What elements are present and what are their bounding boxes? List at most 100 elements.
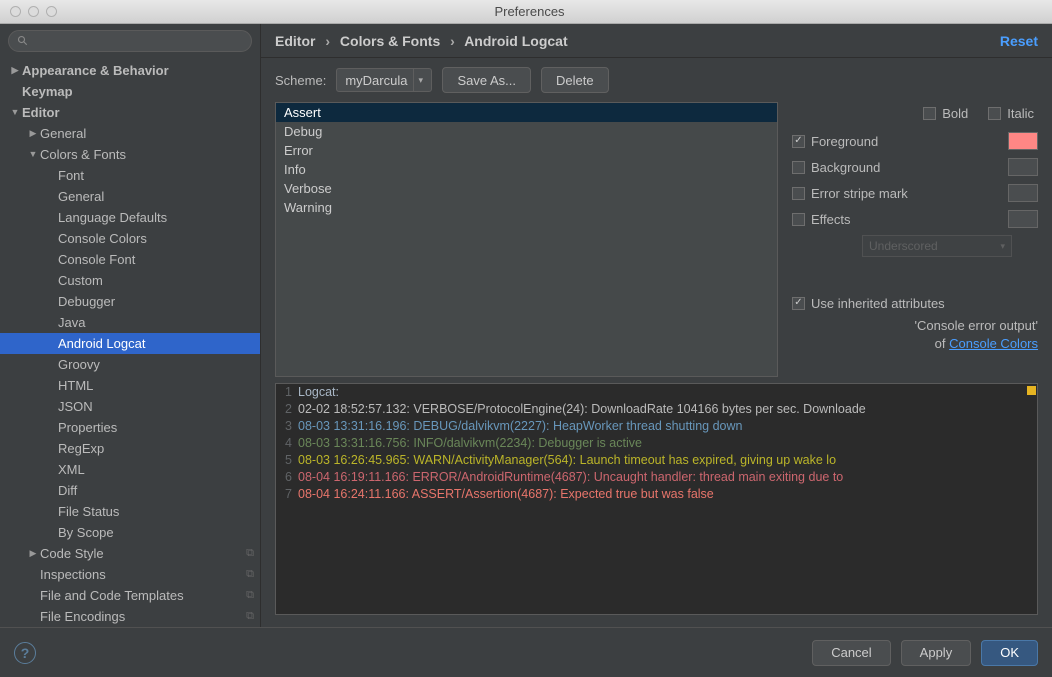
error-stripe-checkbox[interactable]: Error stripe mark	[792, 186, 908, 201]
preview-text: 08-03 16:26:45.965: WARN/ActivityManager…	[298, 452, 836, 469]
tree-item[interactable]: Font	[0, 165, 260, 186]
tree-item[interactable]: By Scope	[0, 522, 260, 543]
line-number: 4	[276, 435, 298, 452]
attributes-list[interactable]: AssertDebugErrorInfoVerboseWarning	[275, 102, 778, 377]
help-button[interactable]: ?	[14, 642, 36, 664]
tree-item-label: File Encodings	[40, 606, 125, 627]
tree-item[interactable]: Diff	[0, 480, 260, 501]
line-number: 1	[276, 384, 298, 401]
tree-item[interactable]: Groovy	[0, 354, 260, 375]
tree-item[interactable]: File Encodings⧉	[0, 606, 260, 627]
inherit-checkbox[interactable]: ✓Use inherited attributes	[792, 296, 945, 311]
settings-tree[interactable]: ▶Appearance & BehaviorKeymap▼Editor▶Gene…	[0, 58, 260, 627]
background-checkbox[interactable]: Background	[792, 160, 880, 175]
list-item[interactable]: Verbose	[276, 179, 777, 198]
chevron-right-icon[interactable]: ▶	[26, 543, 40, 564]
preview-text: 08-04 16:19:11.166: ERROR/AndroidRuntime…	[298, 469, 843, 486]
window-title: Preferences	[57, 4, 1052, 19]
tree-item[interactable]: File and Code Templates⧉	[0, 585, 260, 606]
tree-item[interactable]: RegExp	[0, 438, 260, 459]
tree-item[interactable]: ▶Code Style ⧉	[0, 543, 260, 564]
chevron-down-icon: ▾	[413, 69, 427, 91]
breadcrumb-segment[interactable]: Editor	[275, 33, 315, 49]
breadcrumb-segment[interactable]: Colors & Fonts	[340, 33, 440, 49]
tree-item[interactable]: Java	[0, 312, 260, 333]
tree-item-label: Colors & Fonts	[40, 144, 126, 165]
dialog-footer: ? Cancel Apply OK	[0, 627, 1052, 677]
tree-item[interactable]: Language Defaults	[0, 207, 260, 228]
list-item[interactable]: Error	[276, 141, 777, 160]
chevron-right-icon[interactable]: ▶	[8, 60, 22, 81]
preview-text: 08-04 16:24:11.166: ASSERT/Assertion(468…	[298, 486, 714, 503]
tree-item-label: Code Style	[40, 543, 104, 564]
list-item[interactable]: Debug	[276, 122, 777, 141]
line-number: 3	[276, 418, 298, 435]
tree-item[interactable]: Properties	[0, 417, 260, 438]
foreground-color-swatch[interactable]	[1008, 132, 1038, 150]
save-as-button[interactable]: Save As...	[442, 67, 531, 93]
delete-button[interactable]: Delete	[541, 67, 609, 93]
tree-item[interactable]: Android Logcat	[0, 333, 260, 354]
cancel-button[interactable]: Cancel	[812, 640, 890, 666]
list-item[interactable]: Warning	[276, 198, 777, 217]
effects-checkbox[interactable]: Effects	[792, 212, 851, 227]
apply-button[interactable]: Apply	[901, 640, 972, 666]
project-level-icon: ⧉	[246, 564, 254, 585]
search-input[interactable]	[8, 30, 252, 52]
tree-item-label: Diff	[58, 480, 77, 501]
chevron-right-icon[interactable]: ▶	[26, 123, 40, 144]
ok-button[interactable]: OK	[981, 640, 1038, 666]
tree-item[interactable]: File Status	[0, 501, 260, 522]
scheme-select[interactable]: myDarcula ▾	[336, 68, 432, 92]
tree-item-label: Console Font	[58, 249, 135, 270]
tree-item-label: Groovy	[58, 354, 100, 375]
tree-item-label: Console Colors	[58, 228, 147, 249]
window-minimize-icon[interactable]	[28, 6, 39, 17]
console-colors-link[interactable]: Console Colors	[949, 336, 1038, 351]
tree-item[interactable]: Custom	[0, 270, 260, 291]
chevron-down-icon[interactable]: ▼	[8, 102, 22, 123]
preview-line: 1Logcat:	[276, 384, 1037, 401]
tree-item[interactable]: Keymap	[0, 81, 260, 102]
tree-item[interactable]: ▼Colors & Fonts	[0, 144, 260, 165]
chevron-down-icon[interactable]: ▼	[26, 144, 40, 165]
tree-item-label: RegExp	[58, 438, 104, 459]
tree-item-label: Editor	[22, 102, 60, 123]
effects-color-swatch[interactable]	[1008, 210, 1038, 228]
tree-item[interactable]: ▼Editor	[0, 102, 260, 123]
tree-item[interactable]: XML	[0, 459, 260, 480]
tree-item[interactable]: Console Font	[0, 249, 260, 270]
tree-item[interactable]: ▶Appearance & Behavior	[0, 60, 260, 81]
tree-item[interactable]: General	[0, 186, 260, 207]
foreground-checkbox[interactable]: ✓Foreground	[792, 134, 878, 149]
tree-item-label: File Status	[58, 501, 119, 522]
tree-item[interactable]: Console Colors	[0, 228, 260, 249]
window-zoom-icon[interactable]	[46, 6, 57, 17]
background-color-swatch[interactable]	[1008, 158, 1038, 176]
tree-item-label: Appearance & Behavior	[22, 60, 169, 81]
list-item[interactable]: Assert	[276, 103, 777, 122]
tree-item-label: Debugger	[58, 291, 115, 312]
line-number: 5	[276, 452, 298, 469]
tree-item[interactable]: Inspections⧉	[0, 564, 260, 585]
tree-item-label: Android Logcat	[58, 333, 145, 354]
project-level-icon: ⧉	[246, 585, 254, 606]
chevron-right-icon: ›	[444, 33, 461, 49]
tree-item[interactable]: JSON	[0, 396, 260, 417]
tree-item[interactable]: Debugger	[0, 291, 260, 312]
preview-line: 202-02 18:52:57.132: VERBOSE/ProtocolEng…	[276, 401, 1037, 418]
reset-link[interactable]: Reset	[1000, 33, 1038, 49]
italic-checkbox[interactable]: Italic	[988, 106, 1034, 121]
tree-item[interactable]: HTML	[0, 375, 260, 396]
list-item[interactable]: Info	[276, 160, 777, 179]
error-stripe-color-swatch[interactable]	[1008, 184, 1038, 202]
breadcrumb-segment: Android Logcat	[464, 33, 567, 49]
project-level-icon: ⧉	[246, 543, 254, 564]
tree-item[interactable]: ▶General	[0, 123, 260, 144]
chevron-down-icon: ▾	[1000, 241, 1005, 252]
bold-checkbox[interactable]: Bold	[923, 106, 968, 121]
window-close-icon[interactable]	[10, 6, 21, 17]
preview-text: 08-03 13:31:16.756: INFO/dalvikvm(2234):…	[298, 435, 642, 452]
line-number: 6	[276, 469, 298, 486]
preview-text: 08-03 13:31:16.196: DEBUG/dalvikvm(2227)…	[298, 418, 742, 435]
